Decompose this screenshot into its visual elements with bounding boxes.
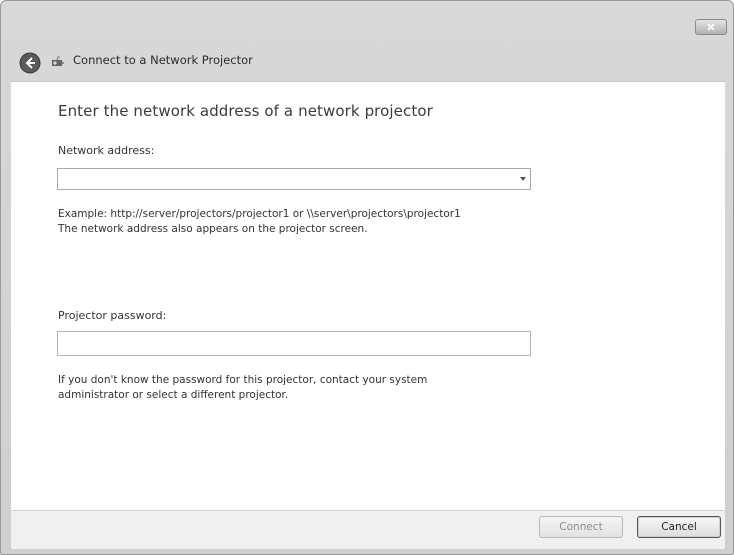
network-projector-icon [52,56,64,66]
page-heading: Enter the network address of a network p… [58,102,433,120]
network-address-label: Network address: [58,144,155,157]
network-address-example: Example: http://server/projectors/projec… [58,208,461,220]
close-button[interactable] [695,19,727,35]
network-address-input[interactable] [58,169,516,189]
password-field[interactable] [57,331,531,356]
password-help-line2: administrator or select a different proj… [58,389,289,401]
content-area: Enter the network address of a network p… [11,81,725,511]
back-button[interactable] [19,52,41,74]
password-label: Projector password: [58,309,167,322]
dialog-title: Connect to a Network Projector [73,53,253,67]
dialog-footer: Connect Cancel [11,510,725,549]
network-address-note: The network address also appears on the … [58,223,368,235]
connect-button[interactable]: Connect [539,516,623,538]
cancel-button[interactable]: Cancel [637,516,721,538]
chevron-down-icon[interactable] [520,177,526,181]
password-help-line1: If you don't know the password for this … [58,374,428,386]
network-address-combobox[interactable] [57,168,531,190]
dialog-header: Connect to a Network Projector [11,39,725,81]
close-icon [707,23,715,31]
dialog-window: Connect to a Network Projector Enter the… [0,0,734,555]
back-arrow-icon [19,52,41,74]
